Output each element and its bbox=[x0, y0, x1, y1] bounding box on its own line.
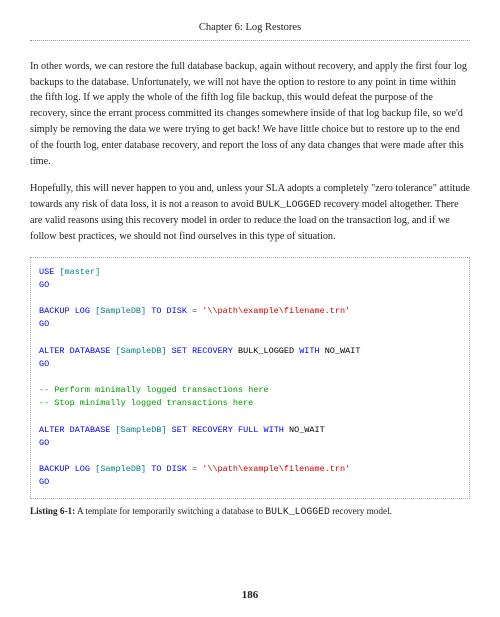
kw-database: DATABASE bbox=[65, 425, 111, 435]
lit-path: '\\path\example\filename.trn' bbox=[197, 464, 350, 474]
kw-nowait: NO_WAIT bbox=[284, 425, 325, 435]
kw-database: DATABASE bbox=[65, 346, 111, 356]
listing-caption: Listing 6-1: A template for temporarily … bbox=[30, 505, 470, 520]
kw-log: LOG bbox=[70, 306, 90, 316]
body-paragraph-2: Hopefully, this will never happen to you… bbox=[30, 181, 470, 244]
page-number-value: 186 bbox=[242, 589, 259, 601]
kw-alter: ALTER bbox=[39, 346, 65, 356]
kw-to: TO bbox=[151, 306, 161, 316]
kw-log: LOG bbox=[70, 464, 90, 474]
kw-with: WITH bbox=[264, 425, 284, 435]
chapter-title: Chapter 6: Log Restores bbox=[199, 22, 301, 33]
kw-to: TO bbox=[151, 464, 161, 474]
kw-set: SET bbox=[172, 346, 187, 356]
comment-stop: -- Stop minimally logged transactions he… bbox=[39, 398, 253, 408]
kw-disk: DISK bbox=[161, 464, 192, 474]
comment-perform: -- Perform minimally logged transactions… bbox=[39, 385, 269, 395]
body-paragraph-1: In other words, we can restore the full … bbox=[30, 59, 470, 170]
kw-use: USE bbox=[39, 267, 54, 277]
listing-code: BULK_LOGGED bbox=[265, 506, 330, 517]
kw-disk: DISK bbox=[161, 306, 192, 316]
chapter-header: Chapter 6: Log Restores bbox=[30, 20, 470, 41]
page-number: 186 bbox=[0, 587, 500, 604]
kw-backup: BACKUP bbox=[39, 464, 70, 474]
id-master: [master] bbox=[54, 267, 100, 277]
code-listing: USE [master] GO BACKUP LOG [SampleDB] TO… bbox=[30, 257, 470, 499]
listing-text-c: recovery model. bbox=[330, 506, 392, 516]
kw-go: GO bbox=[39, 359, 49, 369]
listing-label: Listing 6-1: bbox=[30, 506, 75, 516]
kw-alter: ALTER bbox=[39, 425, 65, 435]
kw-backup: BACKUP bbox=[39, 306, 70, 316]
kw-bulklogged: BULK_LOGGED bbox=[233, 346, 299, 356]
kw-nowait: NO_WAIT bbox=[320, 346, 361, 356]
p1-text: In other words, we can restore the full … bbox=[30, 61, 467, 167]
kw-set: SET bbox=[172, 425, 187, 435]
kw-go: GO bbox=[39, 319, 49, 329]
kw-recovery: RECOVERY bbox=[187, 346, 233, 356]
id-sampledb: [SampleDB] bbox=[90, 306, 151, 316]
kw-go: GO bbox=[39, 280, 49, 290]
kw-go: GO bbox=[39, 438, 49, 448]
kw-go: GO bbox=[39, 477, 49, 487]
lit-path: '\\path\example\filename.trn' bbox=[197, 306, 350, 316]
kw-recovery: RECOVERY bbox=[187, 425, 233, 435]
listing-text-a: A template for temporarily switching a d… bbox=[75, 506, 265, 516]
id-sampledb: [SampleDB] bbox=[90, 464, 151, 474]
id-sampledb: [SampleDB] bbox=[110, 425, 171, 435]
id-sampledb: [SampleDB] bbox=[110, 346, 171, 356]
kw-full: FULL bbox=[233, 425, 264, 435]
p2-code: BULK_LOGGED bbox=[256, 199, 321, 210]
kw-with: WITH bbox=[299, 346, 319, 356]
